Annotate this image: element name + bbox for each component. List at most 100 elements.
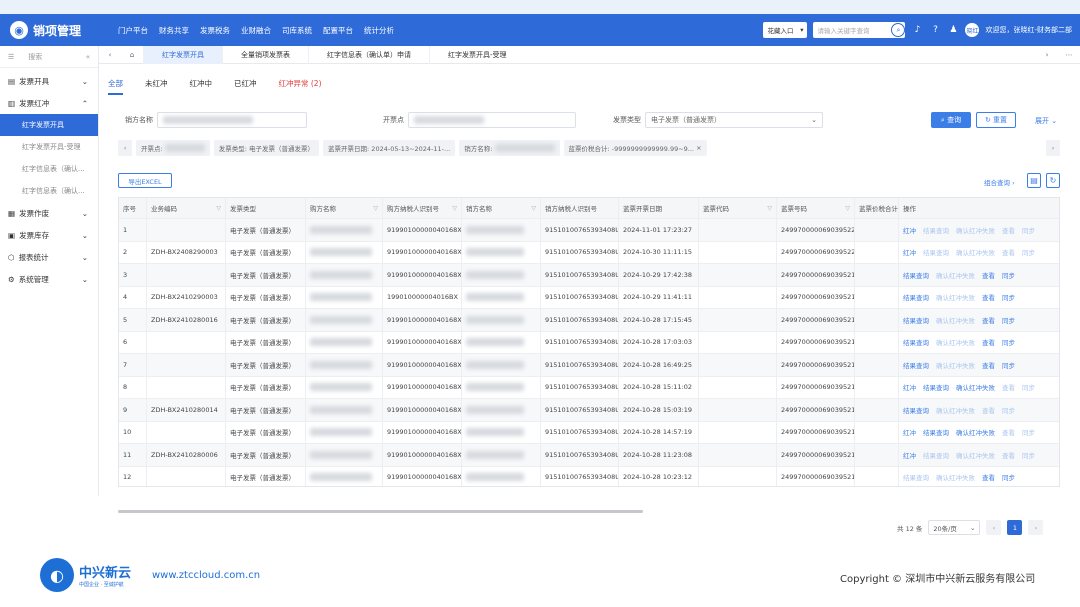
filter-icon[interactable]: ▽	[767, 205, 772, 212]
tab-next-icon[interactable]: ›	[1036, 51, 1058, 59]
row-action-link[interactable]: 红冲	[903, 382, 916, 392]
sidebar-subitem-red-info-2[interactable]: 红字信息表（确认...	[0, 180, 98, 202]
subtab-unred[interactable]: 未红冲	[145, 78, 168, 95]
expand-button[interactable]: 展开 ⌄	[1035, 116, 1057, 126]
row-action-link[interactable]: 红冲	[903, 450, 916, 460]
row-action-link[interactable]: 结果查询	[903, 360, 929, 370]
row-action-link[interactable]: 红冲	[903, 247, 916, 257]
avatar[interactable]: 晓红	[965, 23, 980, 37]
tab-more-icon[interactable]: ⋯	[1058, 51, 1080, 59]
sidebar-item-invoice-issue[interactable]: ▤ 发票开具 ⌄	[0, 70, 98, 92]
tab-red-accept[interactable]: 红字发票开具-受理	[429, 45, 525, 64]
collapse-icon[interactable]: «	[86, 53, 90, 61]
redacted-text	[466, 405, 524, 414]
filter-icon[interactable]: ▽	[452, 205, 457, 212]
query-button[interactable]: ⌕ 查询	[931, 112, 971, 128]
help-icon[interactable]: ?	[929, 24, 941, 36]
sidebar-subitem-red-info-1[interactable]: 红字信息表（确认...	[0, 158, 98, 180]
sidebar-search[interactable]: ☰ 搜索 «	[0, 46, 98, 68]
tab-all-output[interactable]: 全量销项发票表	[222, 45, 308, 64]
sidebar-item-settings[interactable]: ⚙ 系统管理 ⌄	[0, 268, 98, 290]
tab-prev-icon[interactable]: ‹	[99, 51, 121, 59]
users-icon[interactable]: ♟	[947, 24, 959, 36]
page-button[interactable]: 1	[1007, 520, 1023, 535]
footer-url[interactable]: www.ztccloud.com.cn	[152, 570, 260, 581]
subtab-red-done[interactable]: 已红冲	[234, 78, 257, 95]
row-action-link[interactable]: 查看	[982, 292, 995, 302]
filter-chip[interactable]: 发票类型: 电子发票（普通发票）	[213, 140, 320, 156]
sidebar-item-stock[interactable]: ▣ 发票库存 ⌄	[0, 224, 98, 246]
filter-chip[interactable]: 蓝票价税合计: -9999999999999.99~9... ×	[563, 140, 707, 156]
row-action-link[interactable]: 查看	[982, 360, 995, 370]
nav-item[interactable]: 司库系统	[282, 25, 312, 36]
sidebar-item-report[interactable]: ⬡ 报表统计 ⌄	[0, 246, 98, 268]
user-greeting[interactable]: 欢迎您，张晓红-财务部二部	[985, 25, 1072, 35]
reset-button[interactable]: ↻ 重置	[976, 112, 1016, 128]
row-action-link[interactable]: 结果查询	[903, 292, 929, 302]
sidebar-item-void[interactable]: ▦ 发票作废 ⌄	[0, 202, 98, 224]
row-action-link[interactable]: 结果查询	[923, 427, 949, 437]
filter-icon[interactable]: ▽	[373, 205, 378, 212]
filter-chip[interactable]: 蓝票开票日期: 2024-05-13~2024-11-...	[323, 140, 456, 156]
row-action-link[interactable]: 结果查询	[903, 337, 929, 347]
horizontal-scrollbar[interactable]	[118, 510, 643, 513]
filter-chip[interactable]: 开票点:	[136, 140, 210, 156]
combo-query-link[interactable]: 组合查询 ›	[984, 177, 1015, 187]
seller-input[interactable]	[157, 112, 307, 128]
row-action-link: 查看	[1002, 384, 1015, 393]
issuer-input[interactable]	[408, 112, 576, 128]
row-action-link[interactable]: 结果查询	[903, 405, 929, 415]
row-action-link[interactable]: 结果查询	[903, 315, 929, 325]
next-page-button[interactable]: ›	[1028, 520, 1044, 535]
column-settings-icon[interactable]: ▤	[1027, 173, 1041, 188]
subtab-redding[interactable]: 红冲中	[190, 78, 213, 95]
subtab-all[interactable]: 全部	[108, 78, 123, 95]
export-excel-button[interactable]: 导出EXCEL	[118, 173, 172, 188]
invoice-type-select[interactable]: 电子发票（普通发票） ⌄	[645, 112, 823, 128]
bell-icon[interactable]: ♪	[911, 24, 923, 36]
table-cell: 2024-10-28 10:23:12	[619, 466, 699, 486]
close-icon[interactable]: ×	[696, 144, 701, 152]
entry-select[interactable]: 花藏入口 ▾	[763, 22, 808, 38]
chips-prev-icon[interactable]: ‹	[118, 140, 132, 156]
home-icon[interactable]: ⌂	[121, 51, 143, 59]
tab-red-issue[interactable]: 红字发票开具	[143, 45, 222, 64]
tab-red-info-apply[interactable]: 红字信息表（确认单）申请	[308, 45, 429, 64]
row-action-link[interactable]: 同步	[1002, 360, 1015, 370]
row-action-link[interactable]: 查看	[982, 315, 995, 325]
row-action-link[interactable]: 同步	[1002, 472, 1015, 482]
row-action-link[interactable]: 查看	[982, 472, 995, 482]
subtab-red-error[interactable]: 红冲异常 (2)	[279, 78, 322, 95]
filter-chip[interactable]: 销方名称:	[459, 140, 560, 156]
row-action-link[interactable]: 结果查询	[923, 382, 949, 392]
row-action-link[interactable]: 同步	[1002, 292, 1015, 302]
row-action-link[interactable]: 同步	[1002, 270, 1015, 280]
page-size-select[interactable]: 20条/页 ⌄	[928, 520, 981, 535]
filter-icon[interactable]: ▽	[531, 205, 536, 212]
row-action-link[interactable]: 同步	[1002, 315, 1015, 325]
nav-item[interactable]: 配置平台	[323, 25, 353, 36]
row-action-link[interactable]: 结果查询	[903, 270, 929, 280]
row-action-link[interactable]: 确认红冲失败	[956, 427, 995, 437]
refresh-icon[interactable]: ↻	[1046, 173, 1060, 188]
nav-item[interactable]: 发票税务	[200, 25, 230, 36]
row-action-link[interactable]: 确认红冲失败	[956, 382, 995, 392]
row-action-link[interactable]: 查看	[982, 337, 995, 347]
nav-item[interactable]: 统计分析	[364, 25, 394, 36]
sidebar-item-red-invoice[interactable]: ▥ 发票红冲 ⌃	[0, 92, 98, 114]
sidebar-subitem-red-issue[interactable]: 红字发票开具	[0, 114, 98, 136]
row-action-link[interactable]: 查看	[982, 270, 995, 280]
sidebar-subitem-red-accept[interactable]: 红字发票开具-受理	[0, 136, 98, 158]
row-action-link: 确认红冲失败	[936, 316, 975, 325]
filter-icon[interactable]: ▽	[845, 205, 850, 212]
nav-item[interactable]: 财务共享	[159, 25, 189, 36]
chips-next-icon[interactable]: ›	[1046, 140, 1060, 156]
row-action-link[interactable]: 同步	[1002, 337, 1015, 347]
app-logo[interactable]: ◉ 销项管理	[10, 21, 81, 39]
nav-item[interactable]: 门户平台	[118, 25, 148, 36]
prev-page-button[interactable]: ‹	[986, 520, 1002, 535]
row-action-link[interactable]: 红冲	[903, 427, 916, 437]
filter-icon[interactable]: ▽	[216, 205, 221, 212]
row-action-link[interactable]: 红冲	[903, 225, 916, 235]
nav-item[interactable]: 业财融合	[241, 25, 271, 36]
